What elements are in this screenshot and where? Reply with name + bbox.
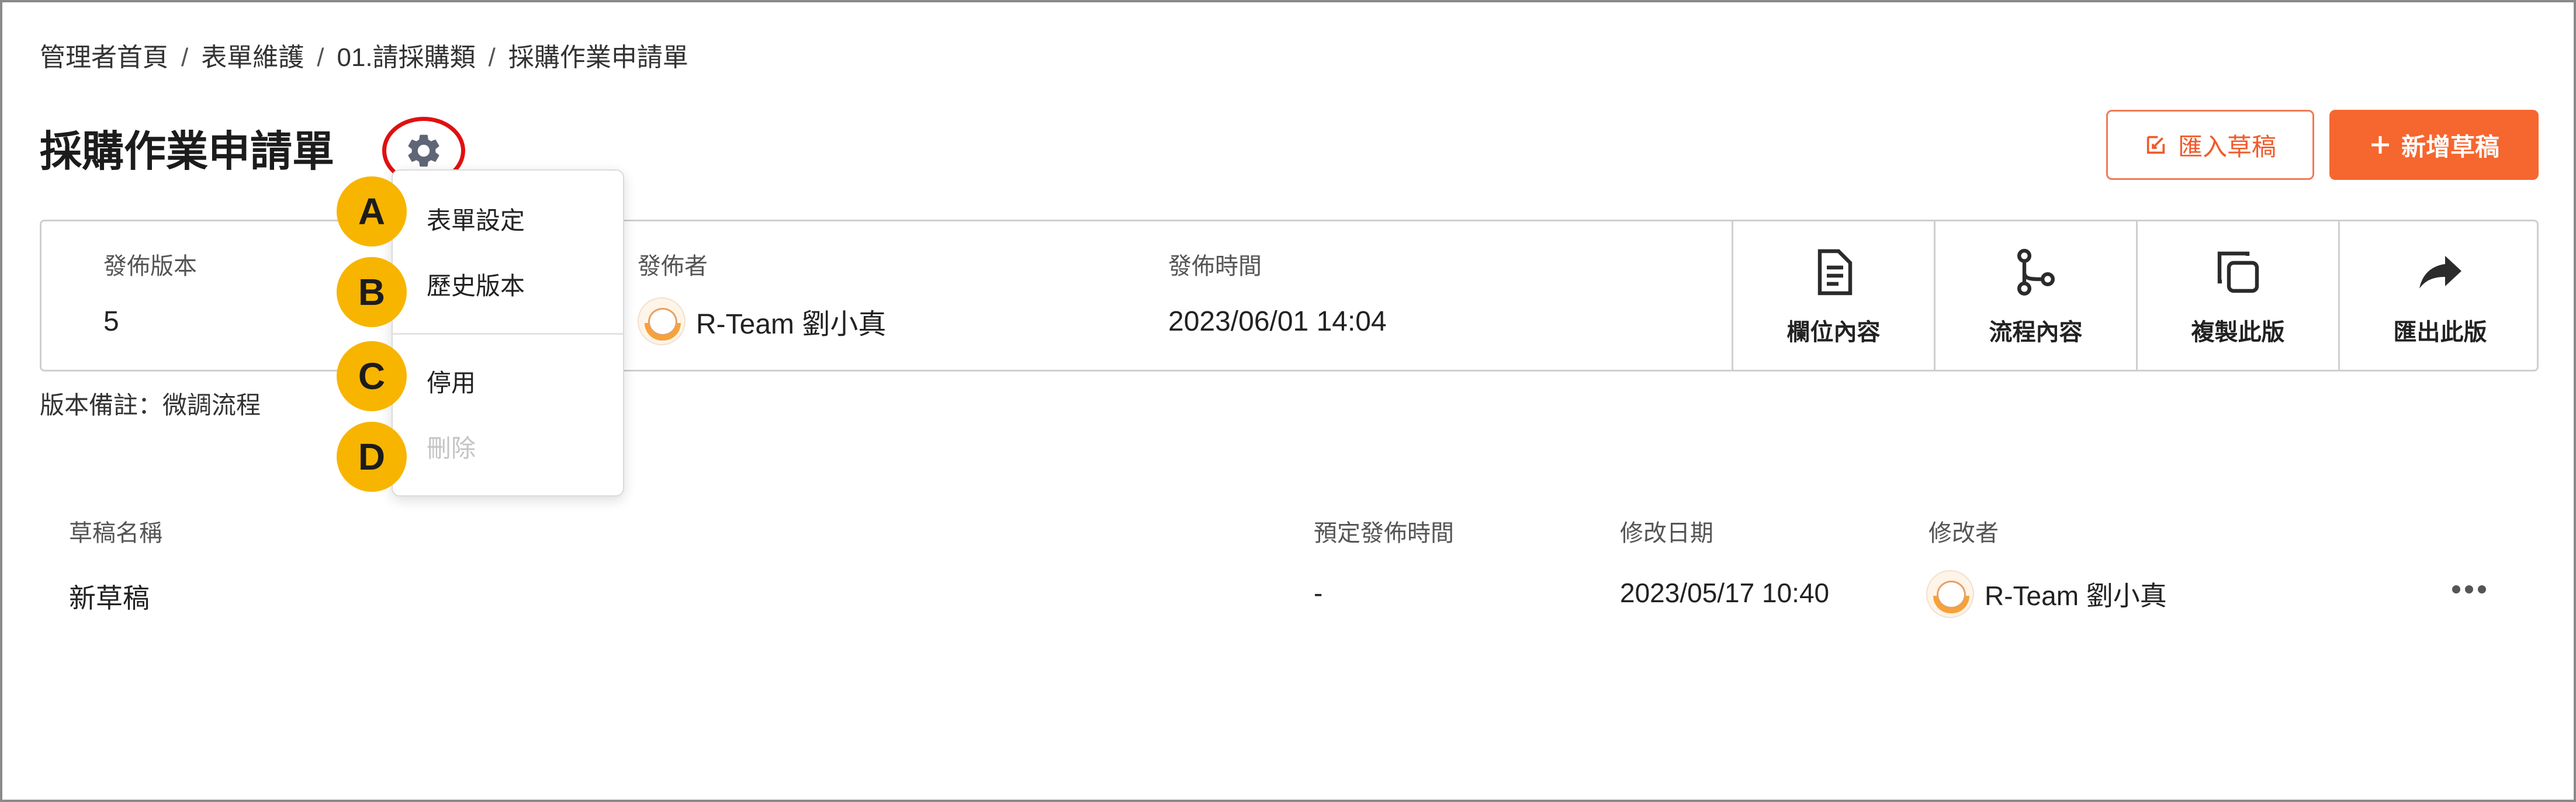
flow-icon <box>2017 248 2055 296</box>
publish-time-field: 發佈時間 2023/06/01 14:04 <box>1168 247 1387 338</box>
breadcrumb-home[interactable]: 管理者首頁 <box>40 43 168 72</box>
export-version-button[interactable]: 匯出此版 <box>2338 221 2540 370</box>
new-draft-button[interactable]: 新增草稿 <box>2329 110 2539 180</box>
column-header-modified-date: 修改日期 <box>1620 520 1713 546</box>
breadcrumb-current: 採購作業申請單 <box>508 43 688 72</box>
menu-item-delete: 刪除 <box>427 435 476 462</box>
version-label: 發佈版本 <box>103 254 197 279</box>
import-icon <box>2146 136 2165 154</box>
marker-d: D <box>337 422 407 492</box>
flow-content-label: 流程內容 <box>1989 320 2083 345</box>
draft-name-cell[interactable]: 新草稿 <box>69 577 150 616</box>
copy-version-button[interactable]: 複製此版 <box>2136 221 2338 370</box>
field-content-button[interactable]: 欄位內容 <box>1732 221 1934 370</box>
breadcrumb-separator: / <box>317 43 324 72</box>
publish-time-label: 發佈時間 <box>1168 254 1262 279</box>
breadcrumb-separator: / <box>488 43 496 72</box>
page-title: 採購作業申請單 <box>40 129 335 175</box>
version-value: 5 <box>103 306 119 337</box>
marker-c: C <box>337 341 407 411</box>
document-icon <box>1817 249 1852 296</box>
flow-content-button[interactable]: 流程內容 <box>1934 221 2136 370</box>
copy-version-label: 複製此版 <box>2191 320 2285 345</box>
settings-dropdown-menu: 表單設定 歷史版本 停用 刪除 <box>392 169 624 497</box>
plus-icon <box>2371 136 2389 154</box>
publisher-label: 發佈者 <box>638 254 708 279</box>
publisher-name: R-Team 劉小真 <box>696 309 887 340</box>
column-header-draft-name: 草稿名稱 <box>69 520 162 546</box>
menu-divider <box>393 333 623 335</box>
breadcrumb: 管理者首頁 / 表單維護 / 01.請採購類 / 採購作業申請單 <box>40 36 688 74</box>
menu-item-form-settings[interactable]: 表單設定 <box>427 201 525 237</box>
breadcrumb-form-maintenance[interactable]: 表單維護 <box>201 43 304 72</box>
marker-b: B <box>337 257 407 327</box>
publisher-field: 發佈者 R-Team 劉小真 <box>638 247 886 345</box>
publish-time-value: 2023/06/01 14:04 <box>1168 306 1387 337</box>
menu-item-history[interactable]: 歷史版本 <box>427 266 525 302</box>
gear-icon <box>408 134 439 167</box>
import-draft-button[interactable]: 匯入草稿 <box>2106 110 2314 180</box>
share-arrow-icon <box>2419 256 2461 289</box>
export-version-label: 匯出此版 <box>2393 320 2487 345</box>
menu-item-disable[interactable]: 停用 <box>427 363 476 399</box>
copy-icon <box>2217 251 2259 293</box>
marker-a: A <box>337 176 407 246</box>
new-draft-label: 新增草稿 <box>2401 133 2499 161</box>
column-header-scheduled-time: 預定發佈時間 <box>1314 520 1454 546</box>
scheduled-time-cell: - <box>1314 578 1323 608</box>
modifier-cell: R-Team 劉小真 <box>1926 570 2167 618</box>
modifier-name: R-Team 劉小真 <box>1985 581 2167 611</box>
breadcrumb-separator: / <box>181 43 189 72</box>
publisher-value-row: R-Team 劉小真 <box>638 297 886 345</box>
version-note: 版本備註：微調流程 <box>40 391 261 419</box>
breadcrumb-category[interactable]: 01.請採購類 <box>337 43 475 72</box>
avatar <box>638 297 685 345</box>
import-draft-label: 匯入草稿 <box>2177 133 2276 161</box>
more-options-icon[interactable] <box>2452 581 2494 598</box>
version-field: 發佈版本 5 <box>103 247 197 338</box>
field-content-label: 欄位內容 <box>1786 320 1881 345</box>
column-header-modifier: 修改者 <box>1928 520 1999 546</box>
avatar <box>1926 570 1974 618</box>
modified-date-cell: 2023/05/17 10:40 <box>1620 578 1830 608</box>
